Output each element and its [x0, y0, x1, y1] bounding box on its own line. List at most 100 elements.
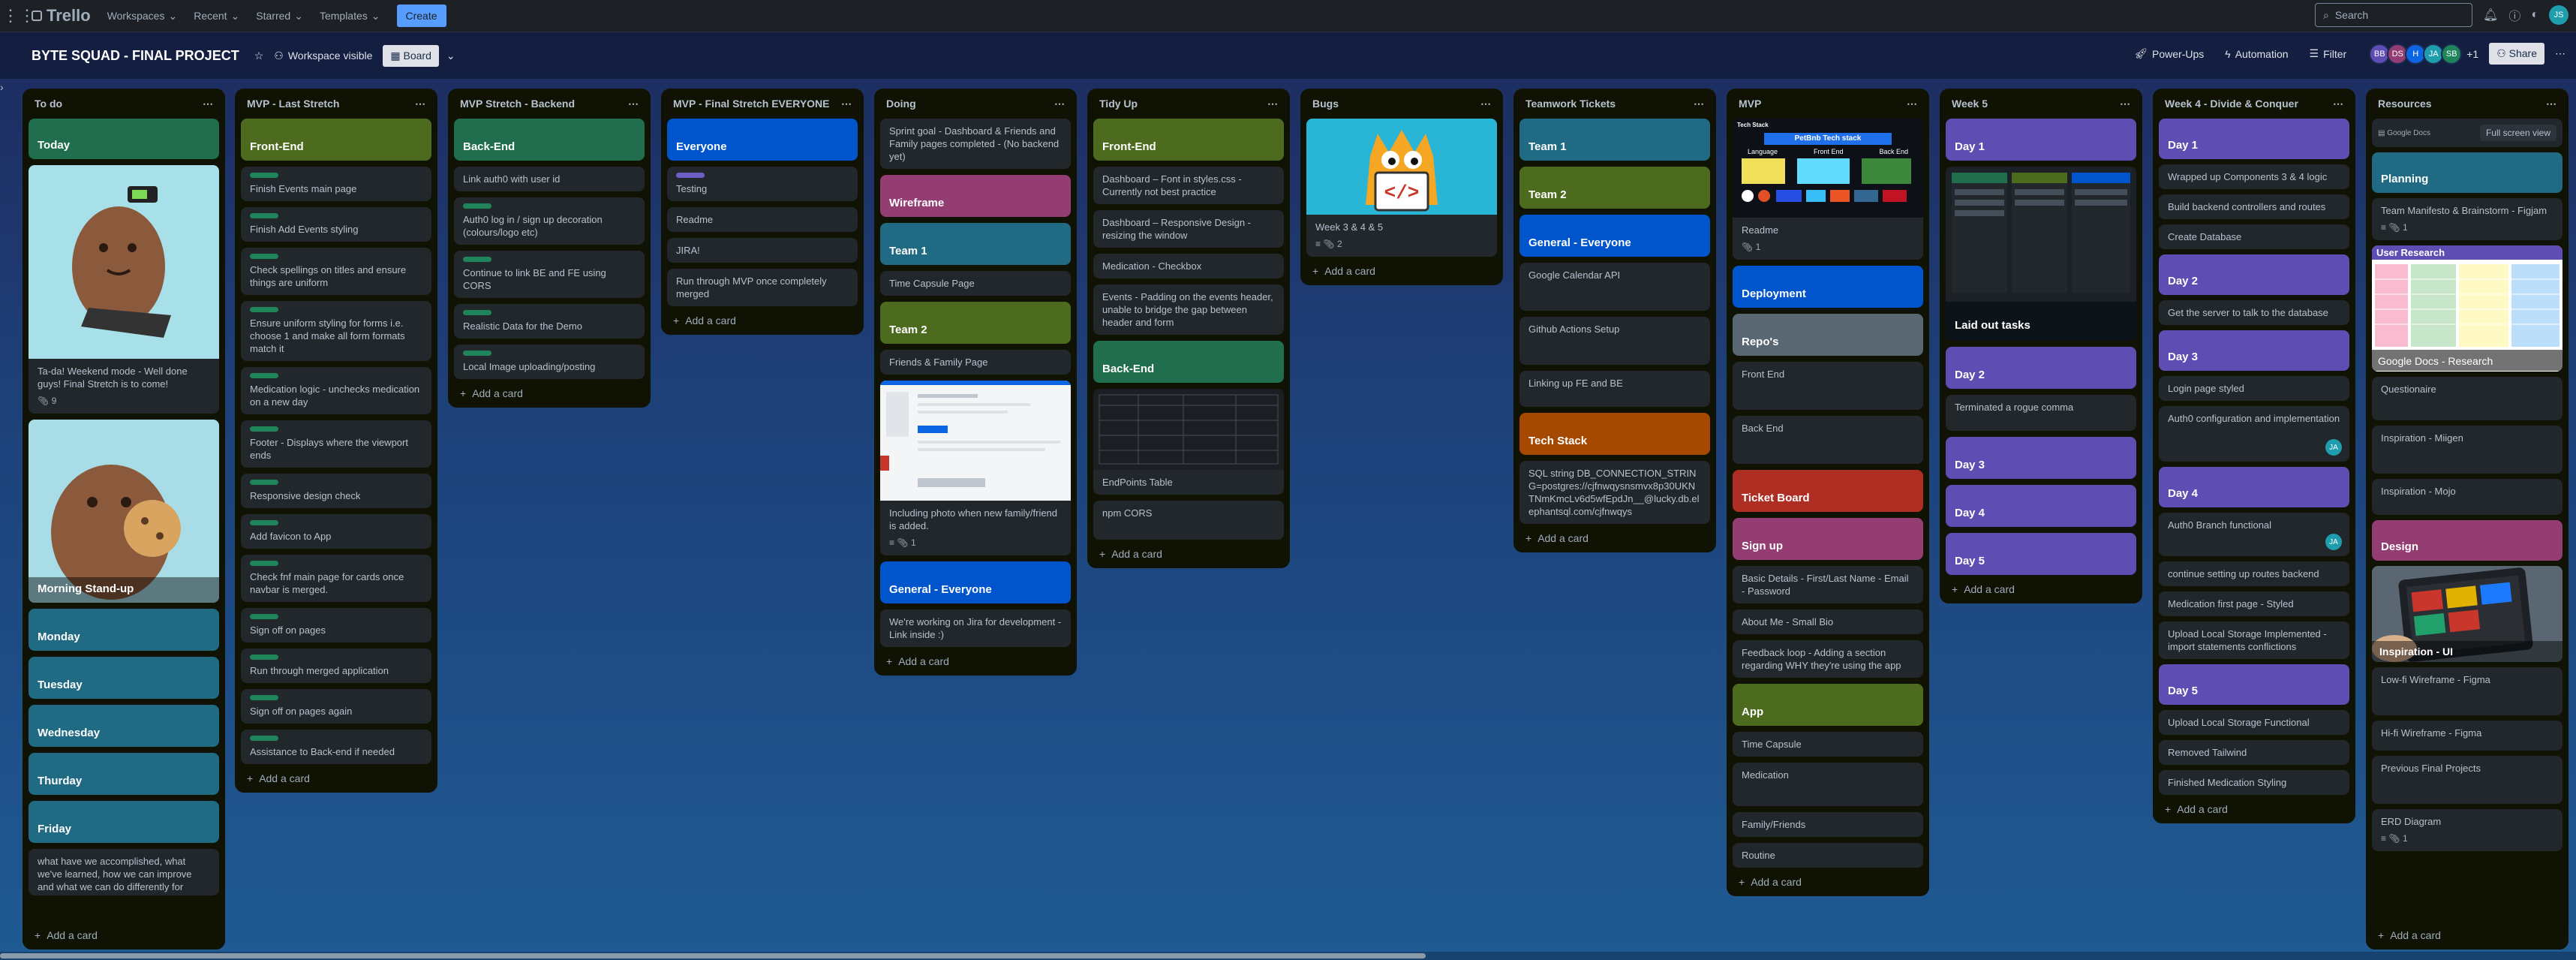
- list-menu-icon[interactable]: ⋯: [628, 98, 639, 110]
- card-laid-out-tasks[interactable]: Laid out tasks: [1946, 167, 2136, 341]
- card-week-bugs[interactable]: </> Week 3 & 4 & 5 ≡ 📎︎ 2: [1306, 119, 1497, 257]
- list-item[interactable]: Time Capsule: [1733, 732, 1923, 757]
- card-day2[interactable]: Day 2: [2159, 254, 2349, 295]
- list-item[interactable]: ERD Diagram ≡ 📎︎ 1: [2372, 809, 2562, 851]
- card-time-capsule-page[interactable]: Time Capsule Page: [880, 271, 1071, 296]
- list-title[interactable]: Teamwork Tickets: [1525, 98, 1616, 110]
- templates-menu[interactable]: Templates ⌄: [320, 10, 380, 23]
- list-item[interactable]: Upload Local Storage Implemented - impor…: [2159, 621, 2349, 659]
- views-chevron-icon[interactable]: ⌄: [446, 50, 455, 62]
- full-screen-button[interactable]: Full screen view: [2479, 125, 2556, 141]
- list-item[interactable]: Inspiration - Mojo: [2372, 479, 2562, 515]
- user-avatar[interactable]: JS: [2549, 5, 2568, 25]
- list-item[interactable]: Back End: [1733, 416, 1923, 464]
- list-title[interactable]: Week 5: [1952, 98, 1988, 110]
- list-item[interactable]: Team Manifesto & Brainstorm - Figjam ≡ 📎︎…: [2372, 198, 2562, 240]
- list-item[interactable]: Testing: [667, 167, 858, 201]
- list-item[interactable]: Check fnf main page for cards once navba…: [241, 555, 431, 602]
- card-day4[interactable]: Day 4: [2159, 467, 2349, 507]
- card-general-everyone[interactable]: General - Everyone: [1519, 215, 1710, 257]
- list-item[interactable]: Routine: [1733, 843, 1923, 868]
- card-day4[interactable]: Day 4: [1946, 485, 2136, 527]
- list-item[interactable]: continue setting up routes backend: [2159, 561, 2349, 586]
- card-team1[interactable]: Team 1: [880, 223, 1071, 265]
- workspaces-menu[interactable]: Workspaces ⌄: [107, 10, 178, 23]
- trello-logo[interactable]: Trello: [32, 6, 91, 26]
- list-item[interactable]: Questionaire: [2372, 377, 2562, 420]
- list-item[interactable]: Upload Local Storage Functional: [2159, 710, 2349, 735]
- list-title[interactable]: Tidy Up: [1099, 98, 1138, 110]
- list-item[interactable]: Build backend controllers and routes: [2159, 194, 2349, 219]
- add-card-button[interactable]: + Add a card: [1093, 540, 1284, 568]
- list-menu-icon[interactable]: ⋯: [1267, 98, 1278, 110]
- list-item[interactable]: Wrapped up Components 3 & 4 logic: [2159, 164, 2349, 189]
- add-card-button[interactable]: + Add a card: [2159, 795, 2349, 823]
- list-title[interactable]: MVP: [1739, 98, 1761, 110]
- card-day1[interactable]: Day 1: [1946, 119, 2136, 161]
- list-item[interactable]: Medication: [1733, 763, 1923, 806]
- list-item[interactable]: Run through merged application: [241, 649, 431, 683]
- list-item[interactable]: Check spellings on titles and ensure thi…: [241, 248, 431, 295]
- add-card-button[interactable]: + Add a card: [241, 764, 431, 793]
- add-card-button[interactable]: + Add a card: [1946, 575, 2136, 603]
- list-title[interactable]: MVP - Final Stretch EVERYONE: [673, 98, 830, 110]
- list-item[interactable]: Previous Final Projects: [2372, 756, 2562, 804]
- list-menu-icon[interactable]: ⋯: [415, 98, 425, 110]
- card-team1[interactable]: Team 1: [1519, 119, 1710, 161]
- share-button[interactable]: ⚇ Share: [2489, 43, 2544, 65]
- list-item[interactable]: Assistance to Back-end if needed: [241, 730, 431, 764]
- list-title[interactable]: Week 4 - Divide & Conquer: [2165, 98, 2298, 110]
- help-icon[interactable]: ⓘ: [2508, 6, 2520, 24]
- card-general-everyone[interactable]: General - Everyone: [880, 561, 1071, 603]
- card-friday[interactable]: Friday: [29, 801, 219, 843]
- list-item[interactable]: Dashboard – Responsive Design - resizing…: [1093, 210, 1284, 248]
- list-item[interactable]: Auth0 Branch functional JA: [2159, 513, 2349, 556]
- card-wednesday[interactable]: Wednesday: [29, 705, 219, 747]
- card-monday[interactable]: Monday: [29, 609, 219, 651]
- list-item[interactable]: Ensure uniform styling for forms i.e. ch…: [241, 301, 431, 361]
- card-day3[interactable]: Day 3: [2159, 330, 2349, 371]
- add-card-button[interactable]: + Add a card: [667, 306, 858, 335]
- card-thursday[interactable]: Thurday: [29, 753, 219, 795]
- card-planning[interactable]: Planning: [2372, 152, 2562, 193]
- add-card-button[interactable]: + Add a card: [1733, 868, 1923, 896]
- card-tech-stack[interactable]: Tech Stack: [1519, 413, 1710, 455]
- list-item[interactable]: Login page styled: [2159, 376, 2349, 401]
- list-item[interactable]: Hi-fi Wireframe - Figma: [2372, 721, 2562, 751]
- list-item[interactable]: Continue to link BE and FE using CORS: [454, 251, 645, 298]
- card-sql-string[interactable]: SQL string DB_CONNECTION_STRING=postgres…: [1519, 461, 1710, 524]
- list-title[interactable]: MVP - Last Stretch: [247, 98, 339, 110]
- card-day3[interactable]: Day 3: [1946, 437, 2136, 479]
- board-view-button[interactable]: ▦ Board: [383, 44, 439, 67]
- card-morning-standup[interactable]: Morning Stand-up: [29, 420, 219, 603]
- list-item[interactable]: Google Calendar API: [1519, 263, 1710, 311]
- list-title[interactable]: MVP Stretch - Backend: [460, 98, 575, 110]
- card-day1[interactable]: Day 1: [2159, 119, 2349, 159]
- star-icon[interactable]: ☆: [254, 50, 264, 62]
- list-item[interactable]: JIRA!: [667, 238, 858, 263]
- app-switcher-icon[interactable]: ⋮⋮: [2, 3, 35, 29]
- card-day5[interactable]: Day 5: [1946, 533, 2136, 575]
- list-menu-icon[interactable]: ⋯: [841, 98, 852, 110]
- card-wireframe[interactable]: Wireframe: [880, 175, 1071, 217]
- member-avatar[interactable]: JA: [2325, 439, 2342, 456]
- card-fnf-page[interactable]: Friends & Family Page: [880, 350, 1071, 375]
- list-menu-icon[interactable]: ⋯: [1480, 98, 1491, 110]
- list-item[interactable]: Medication logic - unchecks medication o…: [241, 367, 431, 414]
- create-button[interactable]: Create: [396, 5, 446, 27]
- add-card-button[interactable]: + Add a card: [1519, 524, 1710, 552]
- board-title[interactable]: BYTE SQUAD - FINAL PROJECT: [32, 48, 239, 64]
- list-item[interactable]: Family/Friends: [1733, 812, 1923, 837]
- visibility-button[interactable]: ⚇ Workspace visible: [274, 50, 372, 62]
- list-item[interactable]: Run through MVP once completely merged: [667, 269, 858, 306]
- card-team2[interactable]: Team 2: [880, 302, 1071, 344]
- card-inspiration-ui[interactable]: Inspiration - UI: [2372, 566, 2562, 662]
- list-item[interactable]: Auth0 configuration and implementation JA: [2159, 406, 2349, 462]
- card-tuesday[interactable]: Tuesday: [29, 657, 219, 699]
- card-ticket-board[interactable]: Ticket Board: [1733, 470, 1923, 512]
- list-item[interactable]: Front End: [1733, 362, 1923, 410]
- add-card-button[interactable]: + Add a card: [1306, 257, 1497, 285]
- member-avatar[interactable]: JA: [2325, 534, 2342, 550]
- card-frontend[interactable]: Front-End: [1093, 119, 1284, 161]
- list-item[interactable]: Low-fi Wireframe - Figma: [2372, 667, 2562, 715]
